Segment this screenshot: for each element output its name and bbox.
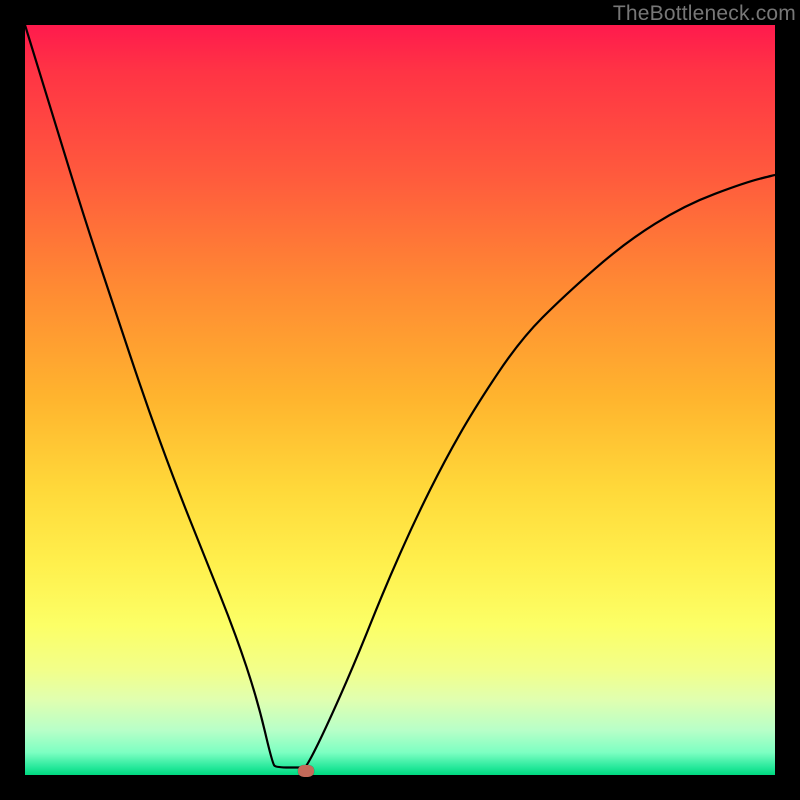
plot-area xyxy=(25,25,775,775)
watermark-text: TheBottleneck.com xyxy=(613,2,796,26)
optimum-marker xyxy=(298,765,314,777)
curve-path xyxy=(25,25,775,768)
bottleneck-curve xyxy=(25,25,775,775)
chart-frame: TheBottleneck.com xyxy=(0,0,800,800)
